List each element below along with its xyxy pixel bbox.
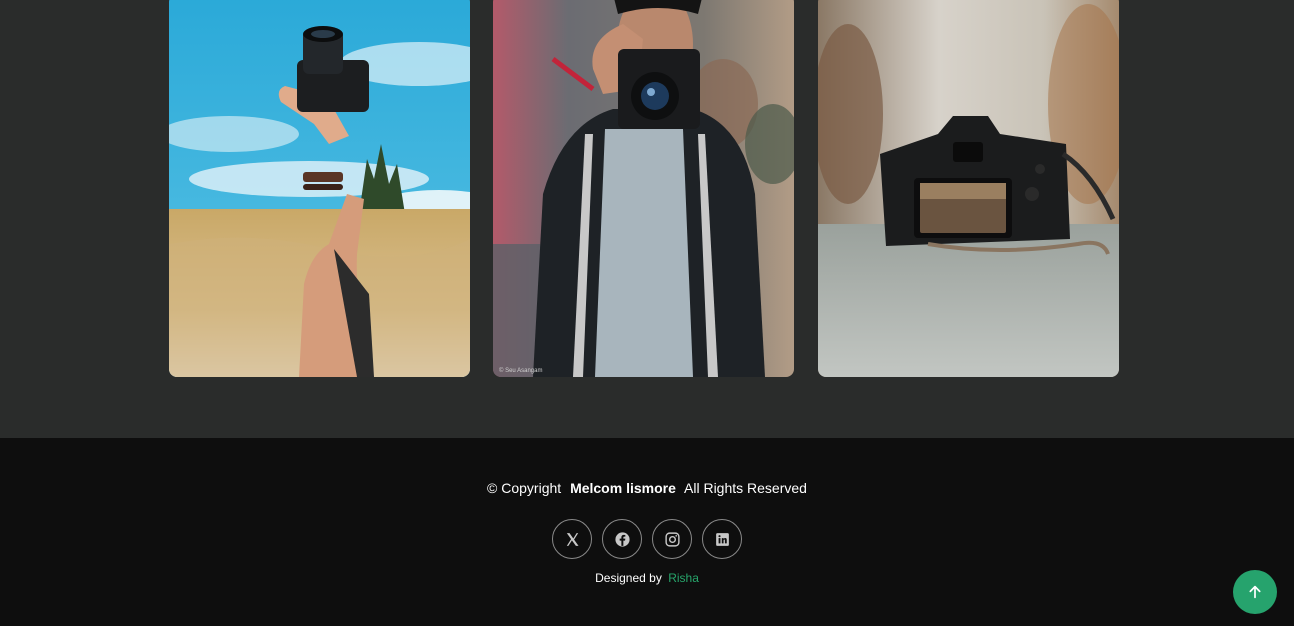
- facebook-icon: [614, 531, 630, 547]
- gallery-photo-man-with-camera[interactable]: © Seu Asangam: [493, 0, 794, 377]
- x-twitter-icon: [566, 532, 579, 546]
- social-links: [0, 519, 1294, 559]
- page: © Seu Asangam © Copyright Melcom lismore…: [0, 0, 1294, 626]
- designed-by-label: Designed by: [595, 571, 662, 585]
- photo-dslr-image: [818, 0, 1119, 377]
- designer-link[interactable]: Risha: [668, 571, 699, 585]
- photo-man-camera-image: © Seu Asangam: [493, 0, 794, 377]
- social-facebook-button[interactable]: [602, 519, 642, 559]
- social-linkedin-button[interactable]: [702, 519, 742, 559]
- gallery-photo-hand-camera-wheat[interactable]: [169, 0, 470, 377]
- social-instagram-button[interactable]: [652, 519, 692, 559]
- designed-by-text: Designed by Risha: [0, 571, 1294, 585]
- gallery-photo-dslr-on-table[interactable]: [818, 0, 1119, 377]
- brand-name: Melcom lismore: [570, 480, 676, 496]
- scroll-to-top-button[interactable]: [1233, 570, 1277, 614]
- gallery-section: © Seu Asangam: [0, 0, 1294, 438]
- copyright-text: © Copyright Melcom lismore All Rights Re…: [0, 480, 1294, 496]
- social-x-button[interactable]: [552, 519, 592, 559]
- instagram-icon: [664, 531, 680, 547]
- site-footer: © Copyright Melcom lismore All Rights Re…: [0, 438, 1294, 626]
- arrow-up-icon: [1249, 585, 1261, 599]
- copyright-prefix: © Copyright: [487, 480, 562, 496]
- linkedin-icon: [715, 532, 729, 546]
- rights-text: All Rights Reserved: [684, 480, 807, 496]
- photo-credit-text: © Seu Asangam: [499, 367, 542, 374]
- photo-hand-camera-image: [169, 0, 470, 377]
